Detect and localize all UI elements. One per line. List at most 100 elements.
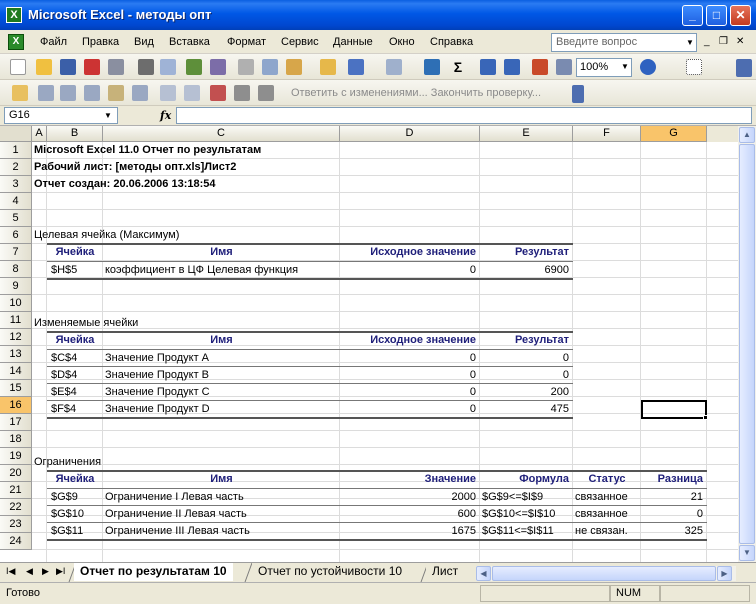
column-header-f[interactable]: F xyxy=(573,126,641,142)
tab-results-report[interactable]: Отчет по результатам 10 xyxy=(74,563,233,581)
toolbar-options-icon[interactable] xyxy=(736,59,752,77)
borders-icon[interactable] xyxy=(686,59,702,75)
row-header-4[interactable]: 4 xyxy=(0,193,32,210)
column-header-d[interactable]: D xyxy=(340,126,480,142)
chevron-down-icon[interactable]: ▼ xyxy=(104,111,112,120)
row-header-12[interactable]: 12 xyxy=(0,329,32,346)
row-header-13[interactable]: 13 xyxy=(0,346,32,363)
autosum-icon[interactable]: Σ xyxy=(450,59,466,75)
row-header-20[interactable]: 20 xyxy=(0,465,32,482)
row-header-7[interactable]: 7 xyxy=(0,244,32,261)
row-header-6[interactable]: 6 xyxy=(0,227,32,244)
close-button[interactable]: ✕ xyxy=(730,5,751,26)
review-icon-5[interactable] xyxy=(132,85,148,101)
spelling-icon[interactable] xyxy=(186,59,202,75)
worksheet-grid[interactable]: A B C D E F G 1 2 3 4 5 6 7 8 9 10 11 12 13 14 15 16 17 1… xyxy=(0,126,738,562)
column-header-a[interactable]: A xyxy=(32,126,47,142)
row-header-11[interactable]: 11 xyxy=(0,312,32,329)
drawing-icon[interactable] xyxy=(556,59,572,75)
last-sheet-icon[interactable]: ▶I xyxy=(56,566,65,577)
row-header-23[interactable]: 23 xyxy=(0,516,32,533)
undo-icon[interactable] xyxy=(348,59,364,75)
menu-format[interactable]: Формат xyxy=(227,36,266,48)
research-icon[interactable] xyxy=(210,59,226,75)
email-icon[interactable] xyxy=(108,59,124,75)
menu-tools[interactable]: Сервис xyxy=(281,36,319,48)
toolbar-options-icon-2[interactable] xyxy=(572,85,584,103)
vertical-scroll-thumb[interactable] xyxy=(739,144,755,544)
row-header-2[interactable]: 2 xyxy=(0,159,32,176)
scroll-up-icon[interactable]: ▲ xyxy=(739,127,755,143)
menu-view[interactable]: Вид xyxy=(134,36,154,48)
insert-function-icon[interactable]: fx xyxy=(160,109,171,122)
new-icon[interactable] xyxy=(10,59,26,75)
review-icon-6[interactable] xyxy=(160,85,176,101)
menu-edit[interactable]: Правка xyxy=(82,36,119,48)
scroll-left-icon[interactable]: ◀ xyxy=(476,566,491,581)
maximize-button[interactable]: □ xyxy=(706,5,727,26)
doc-minimize-icon[interactable]: _ xyxy=(704,36,710,47)
chevron-down-icon[interactable]: ▼ xyxy=(621,62,629,71)
row-header-19[interactable]: 19 xyxy=(0,448,32,465)
paste-icon[interactable] xyxy=(286,59,302,75)
first-sheet-icon[interactable]: I◀ xyxy=(6,566,15,577)
review-icon-10[interactable] xyxy=(258,85,274,101)
horizontal-scroll-thumb[interactable] xyxy=(492,566,716,581)
column-header-b[interactable]: B xyxy=(47,126,103,142)
horizontal-scrollbar[interactable]: ◀ ▶ xyxy=(476,566,736,581)
row-header-24[interactable]: 24 xyxy=(0,533,32,550)
column-header-c[interactable]: C xyxy=(103,126,340,142)
doc-restore-icon[interactable]: ❐ xyxy=(719,36,728,47)
scroll-right-icon[interactable]: ▶ xyxy=(717,566,732,581)
menu-help[interactable]: Справка xyxy=(430,36,473,48)
redo-icon[interactable] xyxy=(386,59,402,75)
fill-handle[interactable] xyxy=(703,415,708,420)
menu-data[interactable]: Данные xyxy=(333,36,373,48)
row-header-5[interactable]: 5 xyxy=(0,210,32,227)
tab-sheet[interactable]: Лист xyxy=(426,563,465,581)
row-header-16[interactable]: 16 xyxy=(0,397,32,414)
row-header-3[interactable]: 3 xyxy=(0,176,32,193)
hyperlink-icon[interactable] xyxy=(424,59,440,75)
print-preview-icon[interactable] xyxy=(160,59,176,75)
prev-sheet-icon[interactable]: ◀ xyxy=(26,566,33,577)
menu-window[interactable]: Окно xyxy=(389,36,415,48)
menu-insert[interactable]: Вставка xyxy=(169,36,210,48)
vertical-scrollbar[interactable]: ▲ ▼ xyxy=(738,126,756,562)
row-header-14[interactable]: 14 xyxy=(0,363,32,380)
row-header-18[interactable]: 18 xyxy=(0,431,32,448)
review-icon-2[interactable] xyxy=(60,85,76,101)
print-icon[interactable] xyxy=(138,59,154,75)
doc-close-icon[interactable]: ✕ xyxy=(736,36,744,47)
copy-icon[interactable] xyxy=(262,59,278,75)
review-icon-7[interactable] xyxy=(184,85,200,101)
row-header-9[interactable]: 9 xyxy=(0,278,32,295)
format-painter-icon[interactable] xyxy=(320,59,336,75)
formula-input[interactable] xyxy=(176,107,752,124)
cut-icon[interactable] xyxy=(238,59,254,75)
reply-with-changes-link[interactable]: Ответить с изменениями... Закончить пров… xyxy=(291,87,541,99)
sort-ascending-icon[interactable] xyxy=(480,59,496,75)
chevron-down-icon[interactable]: ▼ xyxy=(686,38,694,47)
workbook-icon[interactable]: X xyxy=(8,34,24,50)
name-box[interactable]: G16 xyxy=(4,107,118,124)
ask-question-input[interactable]: Введите вопрос xyxy=(551,33,697,52)
scroll-down-icon[interactable]: ▼ xyxy=(739,545,755,561)
row-header-1[interactable]: 1 xyxy=(0,142,32,159)
next-sheet-icon[interactable]: ▶ xyxy=(42,566,49,577)
review-icon-1[interactable] xyxy=(38,85,54,101)
row-header-21[interactable]: 21 xyxy=(0,482,32,499)
review-icon-8[interactable] xyxy=(210,85,226,101)
tab-sensitivity-report[interactable]: Отчет по устойчивости 10 xyxy=(252,563,409,581)
row-header-17[interactable]: 17 xyxy=(0,414,32,431)
minimize-button[interactable]: _ xyxy=(682,5,703,26)
review-icon-3[interactable] xyxy=(84,85,100,101)
save-icon[interactable] xyxy=(60,59,76,75)
selected-cell-g16[interactable] xyxy=(641,400,707,419)
select-all-corner[interactable] xyxy=(0,126,32,142)
open-icon[interactable] xyxy=(36,59,52,75)
row-header-15[interactable]: 15 xyxy=(0,380,32,397)
sort-descending-icon[interactable] xyxy=(504,59,520,75)
row-header-10[interactable]: 10 xyxy=(0,295,32,312)
review-icon-4[interactable] xyxy=(108,85,124,101)
